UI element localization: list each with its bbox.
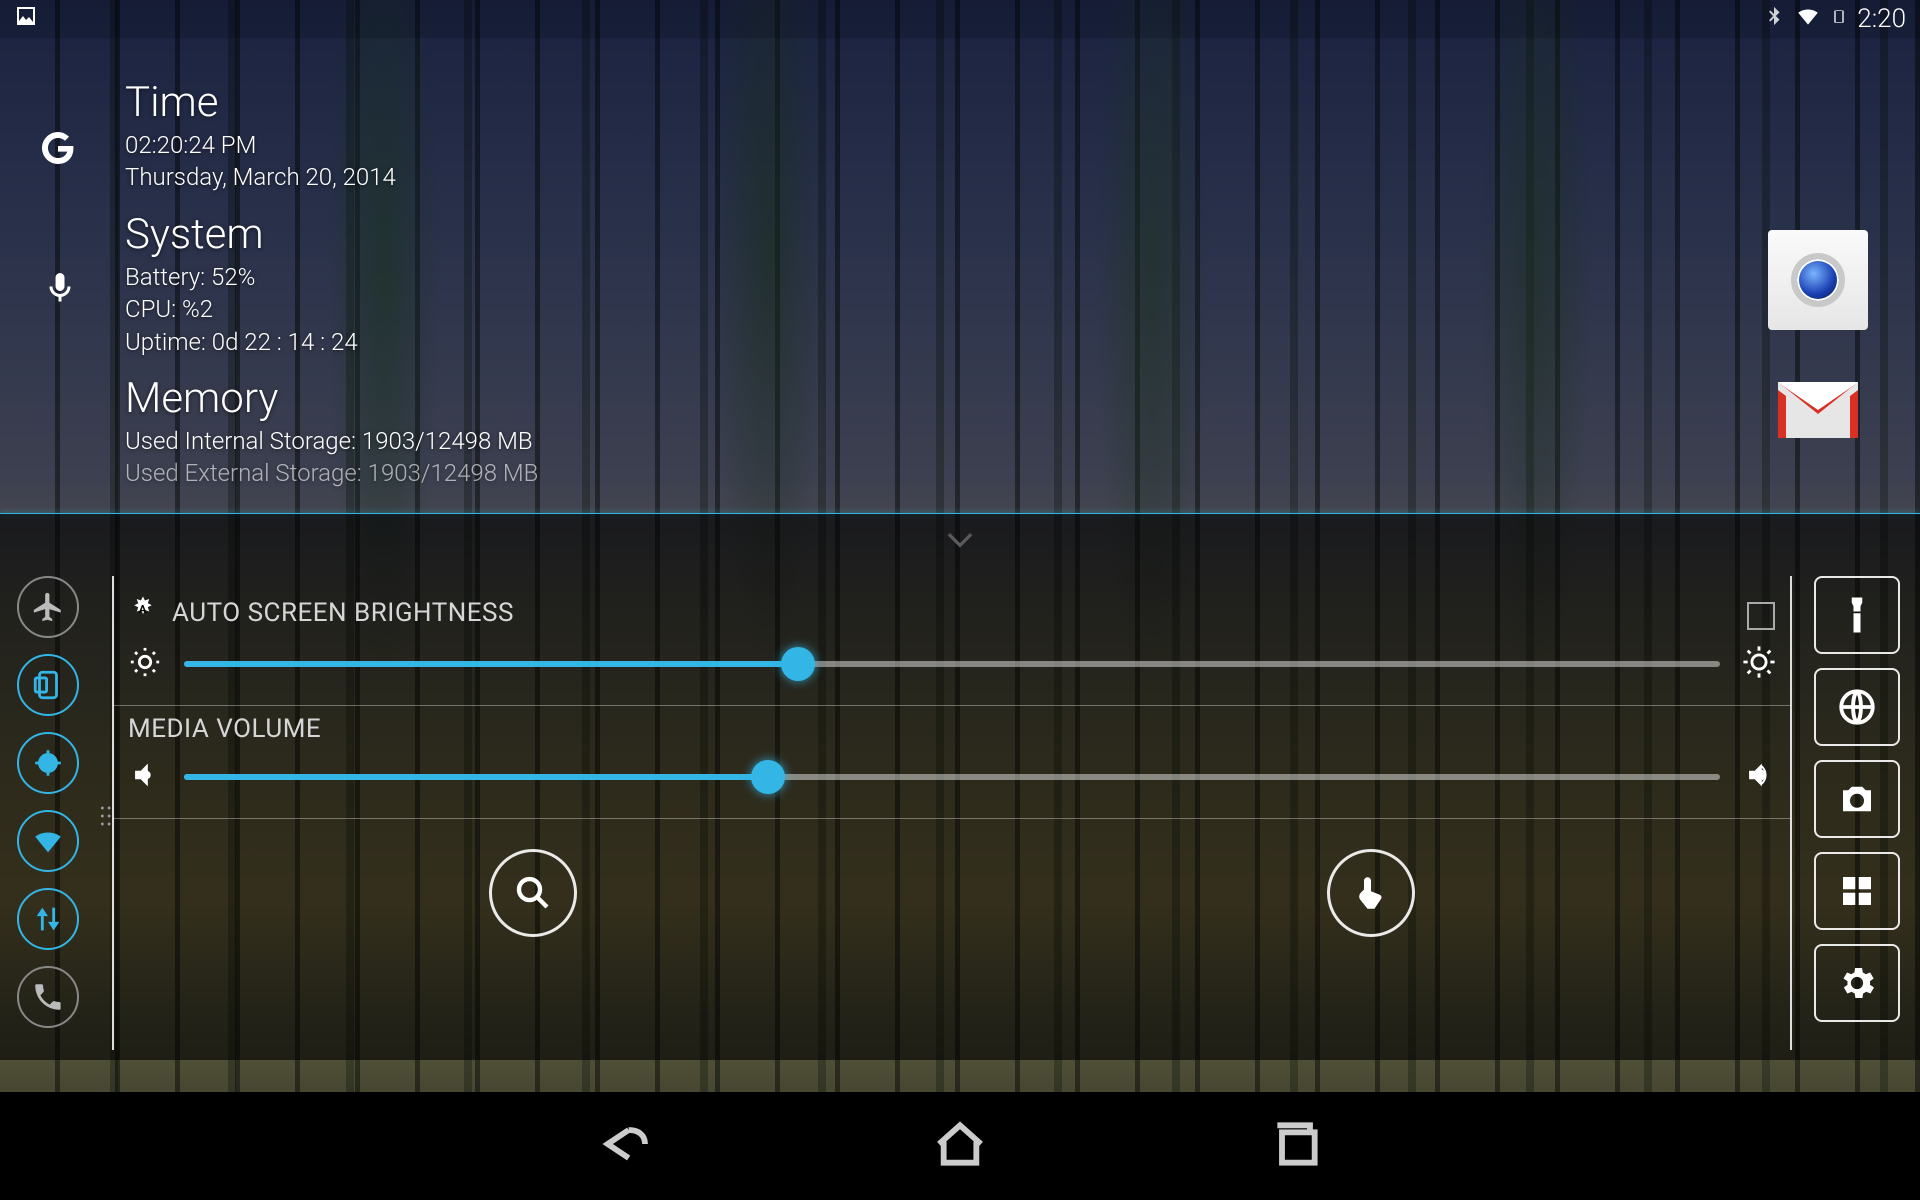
wifi-toggle[interactable] xyxy=(17,810,79,872)
status-clock: 2:20 xyxy=(1857,4,1906,34)
battery-icon xyxy=(1831,3,1847,35)
system-heading: System xyxy=(125,210,1360,259)
google-search-icon[interactable] xyxy=(34,124,82,176)
search-button[interactable] xyxy=(489,849,577,937)
home-button[interactable] xyxy=(932,1116,988,1176)
auto-brightness-icon: A xyxy=(128,594,158,631)
back-button[interactable] xyxy=(596,1116,652,1176)
memory-heading: Memory xyxy=(125,374,1360,423)
panel-center: A AUTO SCREEN BRIGHTNESS MEDIA VOLUME xyxy=(112,576,1792,1050)
brightness-slider[interactable] xyxy=(184,661,1720,667)
camera-lens-icon xyxy=(1791,253,1845,307)
bluetooth-icon xyxy=(1763,5,1785,33)
airplane-mode-toggle[interactable] xyxy=(17,576,79,638)
volume-slider-thumb[interactable] xyxy=(751,760,785,794)
picture-icon xyxy=(14,4,38,34)
toggle-column xyxy=(12,576,84,1028)
brightness-low-icon xyxy=(128,645,162,683)
camera-button[interactable] xyxy=(1814,760,1900,838)
camera-app-icon[interactable] xyxy=(1768,230,1868,330)
memory-external: Used External Storage: 1903/12498 MB xyxy=(125,457,1360,489)
brightness-high-icon xyxy=(1742,645,1776,683)
gps-toggle[interactable] xyxy=(17,732,79,794)
apps-button[interactable] xyxy=(1814,852,1900,930)
flashlight-button[interactable] xyxy=(1814,576,1900,654)
browser-button[interactable] xyxy=(1814,668,1900,746)
rotation-toggle[interactable] xyxy=(17,654,79,716)
info-widget[interactable]: Time 02:20:24 PM Thursday, March 20, 201… xyxy=(125,78,1360,506)
time-date: Thursday, March 20, 2014 xyxy=(125,161,1360,193)
svg-text:A: A xyxy=(139,603,147,616)
data-toggle[interactable] xyxy=(17,888,79,950)
gmail-app-icon[interactable] xyxy=(1768,360,1868,460)
brightness-label: AUTO SCREEN BRIGHTNESS xyxy=(172,598,514,628)
navigation-bar xyxy=(0,1092,1920,1200)
memory-internal: Used Internal Storage: 1903/12498 MB xyxy=(125,425,1360,457)
status-bar: 2:20 xyxy=(0,0,1920,38)
phone-toggle[interactable] xyxy=(17,966,79,1028)
volume-slider[interactable] xyxy=(184,774,1720,780)
recents-button[interactable] xyxy=(1268,1116,1324,1176)
volume-low-icon xyxy=(128,758,162,796)
system-battery: Battery: 52% xyxy=(125,261,1360,293)
system-cpu: CPU: %2 xyxy=(125,293,1360,325)
gesture-button[interactable] xyxy=(1327,849,1415,937)
system-uptime: Uptime: 0d 22 : 14 : 24 xyxy=(125,326,1360,358)
wifi-icon xyxy=(1795,3,1821,35)
shortcut-column xyxy=(1812,576,1902,1022)
time-heading: Time xyxy=(125,78,1360,127)
time-clock: 02:20:24 PM xyxy=(125,129,1360,161)
voice-search-icon[interactable] xyxy=(42,270,78,310)
volume-label: MEDIA VOLUME xyxy=(128,714,321,744)
settings-button[interactable] xyxy=(1814,944,1900,1022)
brightness-slider-thumb[interactable] xyxy=(781,647,815,681)
volume-high-icon xyxy=(1742,758,1776,796)
